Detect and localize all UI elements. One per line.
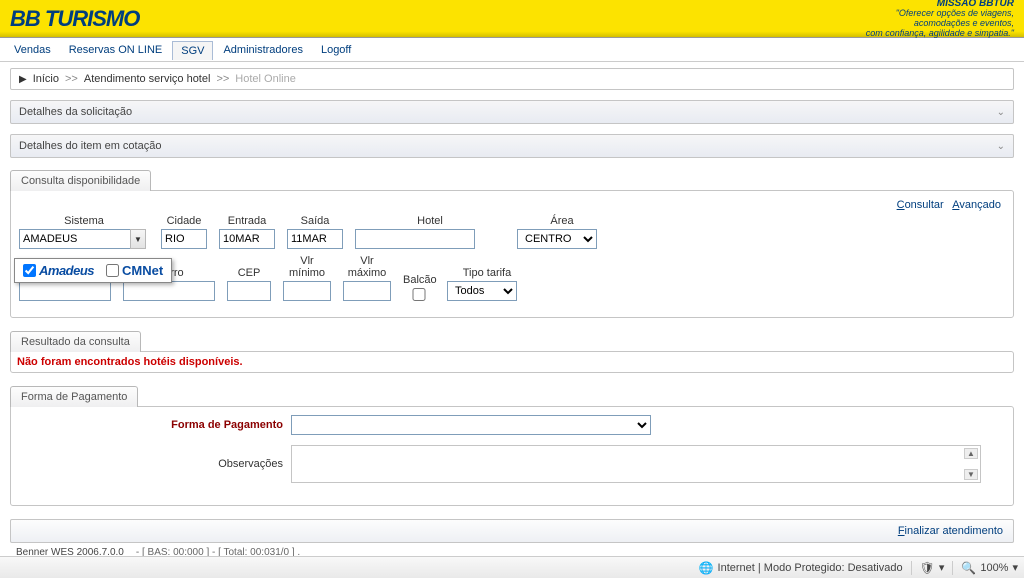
menu-sgv[interactable]: SGV — [172, 41, 213, 60]
label-vlrmax: Vlr máximo — [343, 255, 391, 279]
sistema-dropdown-popup: maDEUS CMNet — [14, 258, 172, 283]
scroll-up-icon[interactable]: ▲ — [964, 448, 978, 459]
cmnet-logo: CMNet — [122, 263, 163, 278]
consulta-body: Consultar Avançado Sistema ▼ Cidade — [10, 190, 1014, 318]
status-shield[interactable]: 🛡▾ — [920, 561, 945, 575]
menu-logoff[interactable]: Logoff — [313, 41, 359, 59]
link-avancado[interactable]: Avançado — [952, 199, 1001, 211]
zoom-icon: 🔍 — [961, 561, 976, 575]
label-saida: Saída — [287, 215, 343, 227]
panel-detalhes-item[interactable]: Detalhes do item em cotação ⌄ — [10, 134, 1014, 158]
status-zoom[interactable]: 🔍 100% ▾ — [961, 561, 1018, 575]
mission-block: MISSÃO BBTUR "Oferecer opções de viagens… — [866, 0, 1014, 39]
label-cidade: Cidade — [161, 215, 207, 227]
select-tipotarifa[interactable]: Todos — [447, 281, 517, 301]
input-bairro[interactable] — [123, 281, 215, 301]
label-observacoes: Observações — [31, 458, 291, 470]
breadcrumb: ▶ Início >> Atendimento serviço hotel >>… — [10, 68, 1014, 90]
error-message: Não foram encontrados hotéis disponíveis… — [17, 356, 243, 368]
tab-consulta-disponibilidade[interactable]: Consulta disponibilidade — [10, 170, 151, 191]
option-amadeus[interactable]: maDEUS — [23, 263, 94, 278]
dropdown-sistema-icon[interactable]: ▼ — [130, 229, 146, 249]
panel-title: Detalhes do item em cotação — [19, 140, 161, 152]
breadcrumb-inicio[interactable]: Início — [33, 73, 59, 85]
breadcrumb-sep: >> — [65, 73, 78, 85]
tab-resultado[interactable]: Resultado da consulta — [10, 331, 141, 352]
logo: BB TURISMO — [10, 6, 139, 32]
input-sistema[interactable] — [19, 229, 131, 249]
menu-admin[interactable]: Administradores — [215, 41, 310, 59]
textarea-observacoes[interactable]: ▲ ▼ — [291, 445, 981, 483]
label-balcao: Balcão — [403, 274, 435, 286]
panel-title: Detalhes da solicitação — [19, 106, 132, 118]
mission-line3: com confiança, agilidade e simpatia." — [866, 29, 1014, 39]
select-forma-pagamento[interactable] — [291, 415, 651, 435]
amadeus-logo: maDEUS — [39, 263, 94, 278]
menu-vendas[interactable]: Vendas — [6, 41, 59, 59]
input-entrada[interactable] — [219, 229, 275, 249]
breadcrumb-atendimento[interactable]: Atendimento serviço hotel — [84, 73, 211, 85]
panel-detalhes-solicitacao[interactable]: Detalhes da solicitação ⌄ — [10, 100, 1014, 124]
label-tipotarifa: Tipo tarifa — [447, 267, 527, 279]
input-vlrmax[interactable] — [343, 281, 391, 301]
label-forma-pagamento: Forma de Pagamento — [31, 419, 291, 431]
select-area[interactable]: CENTRO — [517, 229, 597, 249]
menu-reservas[interactable]: Reservas ON LINE — [61, 41, 171, 59]
input-vlrmin[interactable] — [283, 281, 331, 301]
statusbar: 🌐 Internet | Modo Protegido: Desativado … — [0, 556, 1024, 578]
finalize-bar: Finalizar atendimento — [10, 519, 1014, 543]
input-extra1[interactable] — [19, 281, 111, 301]
link-consultar[interactable]: Consultar — [897, 199, 944, 211]
label-hotel: Hotel — [355, 215, 505, 227]
link-finalizar[interactable]: Finalizar atendimento — [898, 525, 1003, 537]
label-entrada: Entrada — [219, 215, 275, 227]
status-internet: 🌐 Internet | Modo Protegido: Desativado — [699, 561, 903, 575]
breadcrumb-sep: >> — [216, 73, 229, 85]
expand-icon[interactable]: ⌄ — [997, 141, 1005, 152]
input-cep[interactable] — [227, 281, 271, 301]
globe-icon: 🌐 — [699, 561, 714, 575]
input-hotel[interactable] — [355, 229, 475, 249]
scroll-down-icon[interactable]: ▼ — [964, 469, 978, 480]
breadcrumb-arrow-icon[interactable]: ▶ — [19, 74, 27, 85]
label-vlrmin: Vlr mínimo — [283, 255, 331, 279]
expand-icon[interactable]: ⌄ — [997, 107, 1005, 118]
checkbox-cmnet[interactable] — [106, 264, 119, 277]
header-banner: BB TURISMO MISSÃO BBTUR "Oferecer opções… — [0, 0, 1024, 38]
label-sistema: Sistema — [19, 215, 149, 227]
checkbox-balcao[interactable] — [403, 288, 435, 301]
input-saida[interactable] — [287, 229, 343, 249]
shield-icon: 🛡 — [920, 561, 935, 575]
tab-forma-pagamento[interactable]: Forma de Pagamento — [10, 386, 138, 407]
option-cmnet[interactable]: CMNet — [106, 263, 163, 278]
input-cidade[interactable] — [161, 229, 207, 249]
checkbox-amadeus[interactable] — [23, 264, 36, 277]
breadcrumb-hotel-online: Hotel Online — [235, 73, 296, 85]
label-area: Área — [517, 215, 607, 227]
label-cep: CEP — [227, 267, 271, 279]
menubar: Vendas Reservas ON LINE SGV Administrado… — [0, 38, 1024, 62]
